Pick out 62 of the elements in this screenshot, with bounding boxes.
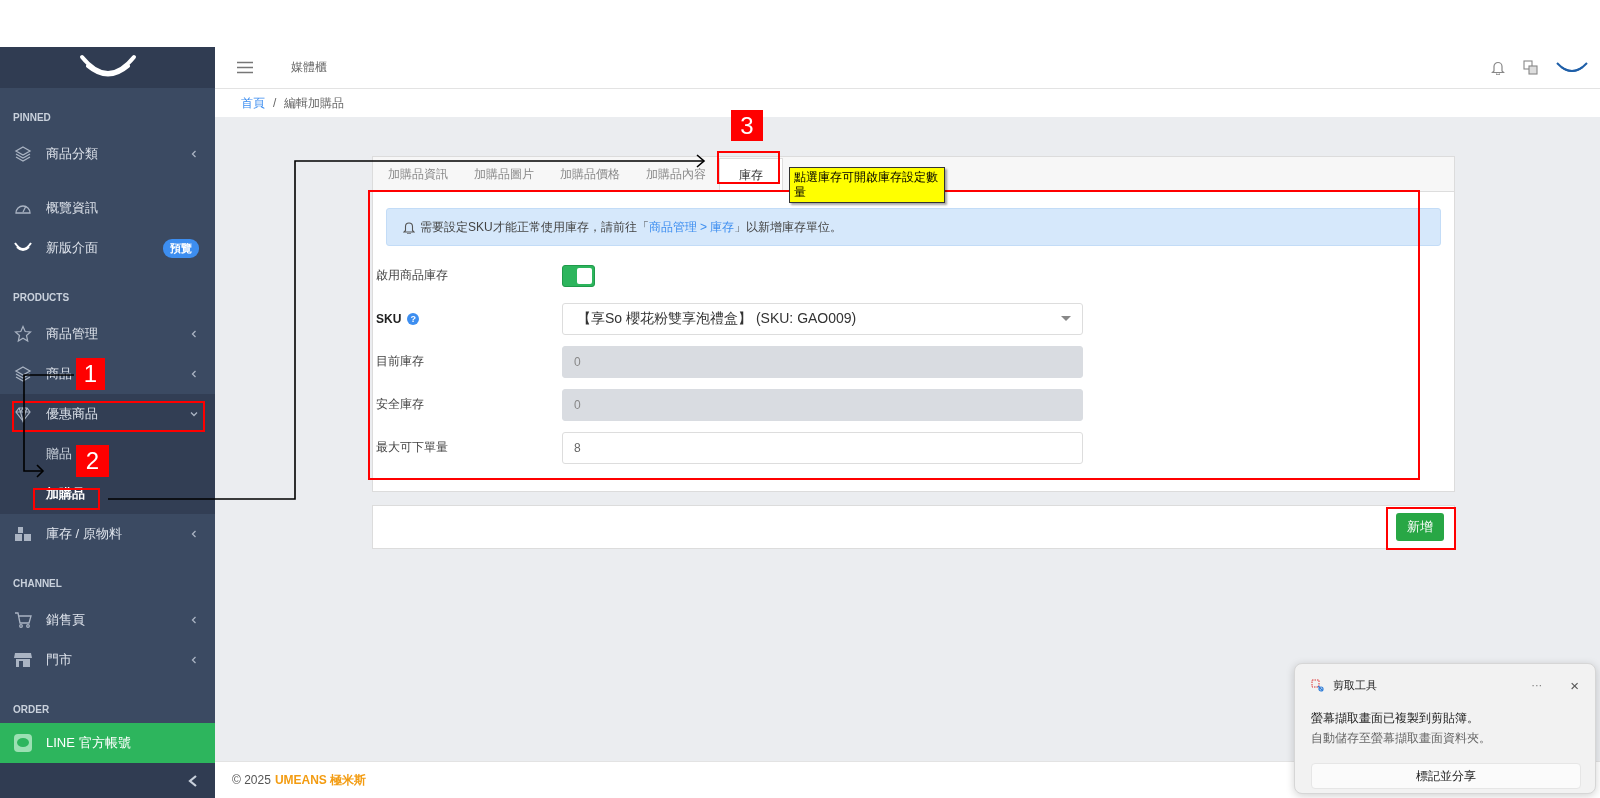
store-icon — [14, 651, 32, 669]
sidebar-item[interactable]: 優惠商品 — [46, 405, 98, 423]
section-label: CHANNEL — [12, 577, 63, 591]
toggle-switch[interactable] — [562, 264, 595, 287]
layers-icon — [14, 365, 32, 383]
bell-icon — [403, 220, 415, 234]
tab[interactable]: 加購品資訊 — [375, 158, 461, 191]
step-tooltip: 3 — [731, 110, 763, 141]
field-label: 安全庫存 — [376, 396, 424, 413]
collapse-icon[interactable] — [187, 773, 199, 788]
boxes-icon — [14, 525, 32, 543]
share-button[interactable]: 標記並分享 — [1311, 763, 1581, 789]
sidebar-item[interactable]: 商品 — [46, 365, 72, 383]
chat-icon — [14, 734, 32, 752]
highlight-box — [1386, 507, 1456, 550]
sidebar-item[interactable]: 銷售頁 — [46, 611, 85, 629]
page-title: 媒體櫃 — [291, 59, 327, 76]
field-label: 啟用商品庫存 — [376, 267, 448, 284]
input-field[interactable]: 8 — [562, 431, 1083, 464]
sidebar-item[interactable]: 商品分類 — [46, 145, 98, 163]
star-icon — [14, 325, 32, 343]
app-name: 剪取工具 — [1333, 677, 1377, 693]
diamond-icon — [14, 405, 32, 423]
breadcrumb-current: 編輯加購品 — [284, 94, 345, 112]
alert-text: 需要設定SKU才能正常使用庫存，請前往「商品管理 > 庫存」以新增庫存單位。 — [420, 218, 843, 236]
submenu-item[interactable]: 贈品 — [46, 445, 72, 463]
translate-icon[interactable] — [1523, 60, 1538, 75]
section-label: ORDER — [12, 703, 51, 717]
sidebar-item[interactable]: 新版介面 — [46, 239, 98, 257]
step-tooltip: 2 — [76, 445, 109, 477]
logo-icon[interactable] — [1556, 60, 1588, 75]
field-label: SKU — [376, 311, 402, 326]
tab[interactable]: 加購品圖片 — [461, 158, 547, 191]
more-button[interactable]: ··· — [1523, 679, 1551, 691]
field-label: 最大可下單量 — [376, 439, 448, 456]
callout-note: 點選庫存可開啟庫存設定數量 — [789, 167, 945, 203]
copyright-text: © 2025 — [232, 773, 271, 787]
tab[interactable]: 加購品內容 — [633, 158, 719, 191]
tab[interactable]: 加購品價格 — [547, 158, 633, 191]
layers-icon — [14, 145, 32, 163]
section-label: PRODUCTS — [12, 291, 71, 305]
menu-icon[interactable] — [237, 61, 253, 74]
brand-name: UMEANS 極米斯 — [274, 771, 367, 789]
section-label: PINNED — [12, 111, 52, 125]
scissors-icon — [1311, 678, 1325, 692]
notification-message: 螢幕擷取畫面已複製到剪貼簿。 — [1311, 710, 1480, 727]
close-button[interactable]: × — [1568, 676, 1581, 694]
sku-dropdown[interactable]: 【享So 櫻花粉雙享泡禮盒】 (SKU: GAO009) — [562, 302, 1083, 335]
cart-icon — [14, 611, 32, 629]
notification-detail: 自動儲存至螢幕擷取畫面資料夾。 — [1311, 730, 1492, 747]
field-label: 目前庫存 — [376, 353, 424, 370]
highlight-box — [717, 151, 780, 184]
highlight-box — [33, 488, 100, 510]
breadcrumb-separator: / — [273, 96, 277, 110]
sidebar-item[interactable]: 商品管理 — [46, 325, 98, 343]
step-tooltip: 1 — [76, 358, 105, 390]
sidebar-item[interactable]: 門市 — [46, 651, 72, 669]
tag-badge: 預覽 — [163, 238, 199, 258]
sidebar-item[interactable]: 概覽資訊 — [46, 199, 98, 217]
sidebar-item[interactable]: 庫存 / 原物料 — [46, 525, 122, 543]
breadcrumb-link[interactable]: 首頁 — [241, 94, 265, 112]
bell-icon[interactable] — [1491, 60, 1505, 75]
